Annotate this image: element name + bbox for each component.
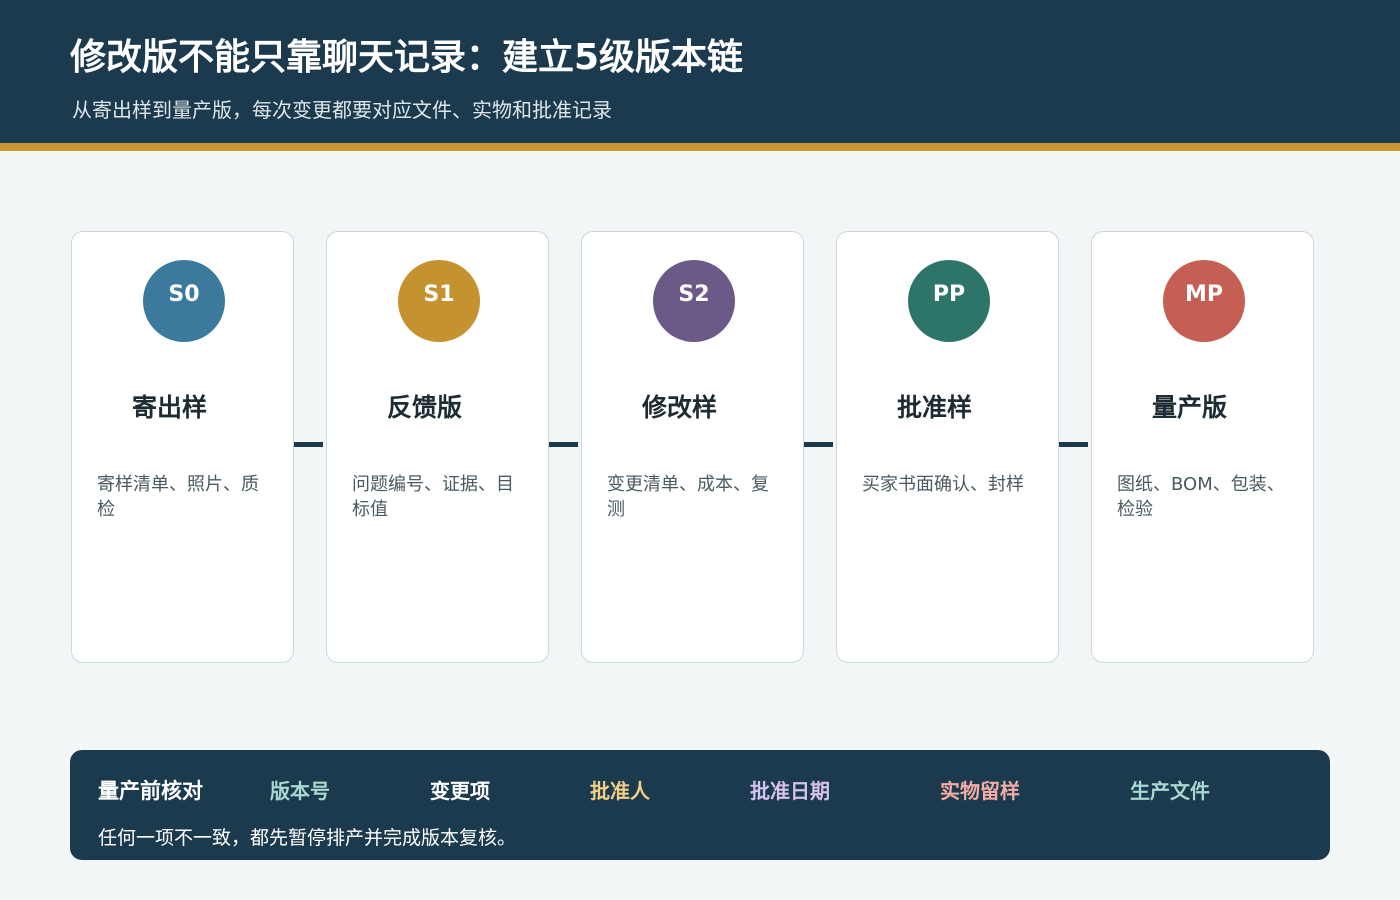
stage-card-s0: S0 寄出样 寄样清单、照片、质检 — [71, 231, 294, 663]
check-item-production-files: 生产文件 — [1130, 779, 1210, 803]
stage-badge: S2 — [653, 260, 735, 342]
stage-name: 寄出样 — [131, 393, 207, 422]
stage-card-pp: PP 批准样 买家书面确认、封样 — [836, 231, 1059, 663]
checklist-note: 任何一项不一致，都先暂停排产并完成版本复核。 — [98, 827, 517, 849]
stage-card-s1: S1 反馈版 问题编号、证据、目标值 — [326, 231, 549, 663]
header-accent-rule — [0, 143, 1400, 151]
stage-card-mp: MP 量产版 图纸、BOM、包装、检验 — [1091, 231, 1314, 663]
check-item-approver: 批准人 — [590, 779, 650, 803]
checklist-title: 量产前核对 — [98, 779, 203, 803]
stage-badge: S0 — [143, 260, 225, 342]
stage-connector — [294, 442, 323, 447]
stage-description: 问题编号、证据、目标值 — [352, 474, 514, 520]
stage-description: 买家书面确认、封样 — [862, 474, 1024, 495]
stage-name: 批准样 — [896, 393, 972, 422]
check-item-retained-sample: 实物留样 — [940, 779, 1020, 803]
stage-connector — [549, 442, 578, 447]
stage-connector — [1059, 442, 1088, 447]
check-item-changes: 变更项 — [430, 779, 490, 803]
stage-description: 变更清单、成本、复测 — [607, 474, 769, 520]
stage-name: 反馈版 — [386, 393, 462, 422]
page-title: 修改版不能只靠聊天记录：建立5级版本链 — [70, 37, 744, 78]
stage-connector — [804, 442, 833, 447]
stage-card-s2: S2 修改样 变更清单、成本、复测 — [581, 231, 804, 663]
preproduction-checklist-panel: 量产前核对 版本号 变更项 批准人 批准日期 实物留样 生产文件 任何一项不一致… — [70, 750, 1330, 860]
stage-badge: S1 — [398, 260, 480, 342]
stage-name: 量产版 — [1151, 393, 1227, 422]
stage-badge: PP — [908, 260, 990, 342]
stage-name: 修改样 — [641, 393, 717, 422]
stage-description: 寄样清单、照片、质检 — [97, 474, 259, 520]
check-item-approval-date: 批准日期 — [750, 779, 830, 803]
stage-badge: MP — [1163, 260, 1245, 342]
check-item-version: 版本号 — [270, 779, 330, 803]
stage-description: 图纸、BOM、包装、检验 — [1117, 474, 1285, 520]
page-subtitle: 从寄出样到量产版，每次变更都要对应文件、实物和批准记录 — [72, 98, 612, 122]
